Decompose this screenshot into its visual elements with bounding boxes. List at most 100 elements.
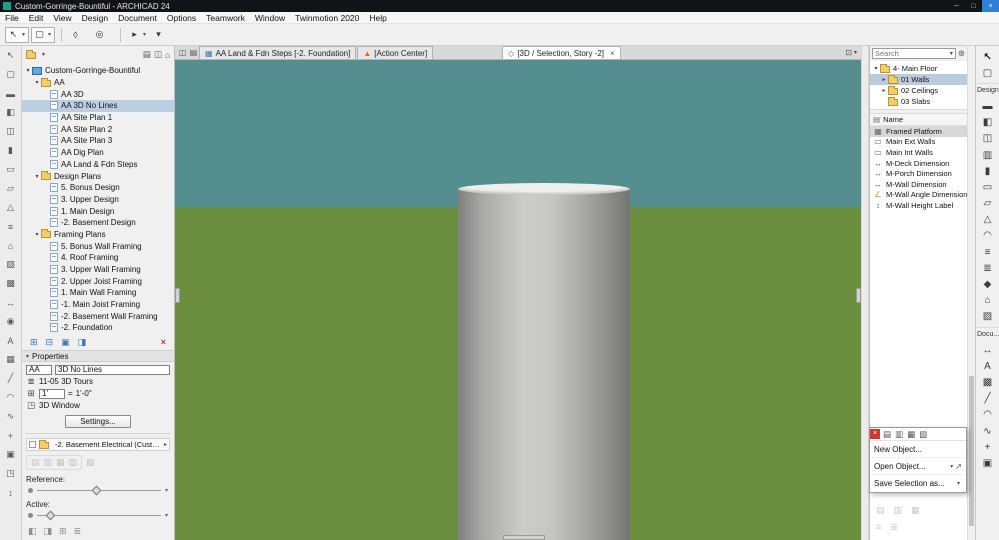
stair-tool-icon[interactable]: ≡ [978, 244, 998, 260]
bottom-tool-icon[interactable]: ◨ [44, 526, 53, 537]
tree-item[interactable]: AA 3D [22, 88, 174, 100]
fill-icon[interactable]: ▦ [3, 352, 19, 367]
scrollbar-thumb[interactable] [969, 376, 974, 526]
menu-item[interactable]: Options [162, 13, 201, 23]
menu-item[interactable]: Teamwork [201, 13, 250, 23]
morph-tool-icon[interactable]: ◆ [978, 276, 998, 292]
tree-expand-caret[interactable]: ▸ [880, 87, 888, 94]
new-library-part-icon[interactable]: ▤ [883, 429, 891, 440]
tree-item[interactable]: 5. Bonus Design [22, 182, 174, 194]
list-item[interactable]: ↔ M-Porch Dimension [870, 168, 967, 179]
toolbox-section-design[interactable]: Design [976, 83, 999, 96]
menu-item[interactable]: New Object... [870, 441, 966, 458]
tree-item[interactable]: 3. Upper Design [22, 194, 174, 206]
chevron-down-icon[interactable]: ▾ [141, 31, 148, 38]
layer-combination-value[interactable]: 11-05 3D Tours [39, 377, 93, 386]
arc-icon[interactable]: ◠ [3, 390, 19, 405]
slab-icon[interactable]: ▱ [3, 181, 19, 196]
stair-icon[interactable]: ≡ [3, 219, 19, 234]
figure-icon[interactable]: ▣ [3, 447, 19, 462]
object-icon[interactable]: ⌂ [3, 238, 19, 253]
menu-item[interactable]: Twinmotion 2020 [290, 13, 364, 23]
tree-expand-caret[interactable]: ▾ [24, 67, 32, 74]
project-map-icon[interactable]: ▤ [143, 49, 151, 60]
section-icon[interactable]: ↕ [3, 485, 19, 500]
text-tool-icon[interactable]: A [978, 358, 998, 374]
tree-item[interactable]: AA Land & Fdn Steps [22, 159, 174, 171]
roof-icon[interactable]: △ [3, 200, 19, 215]
roof-tool-icon[interactable]: △ [978, 212, 998, 228]
beam-icon[interactable]: ▭ [3, 162, 19, 177]
hotspot-tool-icon[interactable]: + [978, 439, 998, 455]
settings-button[interactable]: Settings... [65, 415, 131, 428]
cylinder-top-face[interactable] [458, 183, 630, 195]
menu-item[interactable]: File [0, 13, 24, 23]
library-manager-icon[interactable]: ▧ [919, 429, 927, 440]
bottom-tool-icon[interactable]: ◧ [28, 526, 37, 537]
chevron-right-icon[interactable]: ▸ [164, 441, 167, 448]
tree-item[interactable]: 1. Main Design [22, 205, 174, 217]
search-input[interactable] [875, 49, 950, 58]
bottom-tool-icon[interactable]: ⊞ [59, 526, 67, 537]
minimize-button[interactable]: ─ [948, 0, 965, 12]
left-scroll-nub[interactable] [175, 288, 180, 303]
menu-item[interactable]: Save Selection as... ▾ [870, 475, 966, 492]
story-tree-item[interactable]: ▸ 02 Ceilings [870, 85, 967, 96]
view-map-icon[interactable]: ◫ [154, 49, 162, 60]
list-item[interactable]: ∠ M-Wall Angle Dimension [870, 190, 967, 201]
chevron-down-icon[interactable]: ▾ [165, 512, 168, 519]
hotspot-icon[interactable]: + [3, 428, 19, 443]
clone-folder-button[interactable]: ⊟ [46, 337, 54, 348]
list-item[interactable]: ▦ Framed Platform [870, 126, 967, 137]
tree-item[interactable]: 3. Upper Wall Framing [22, 264, 174, 276]
separator-2[interactable] [120, 27, 121, 42]
tree-item[interactable]: ▾ Framing Plans [22, 229, 174, 241]
door-icon[interactable]: ◧ [3, 105, 19, 120]
tab-overview-button[interactable]: ⊡ ▾ [845, 48, 857, 59]
properties-header[interactable]: ▾ Properties [22, 350, 174, 362]
chevron-down-icon[interactable]: ▾ [42, 51, 45, 58]
slider-track[interactable] [37, 485, 161, 496]
scale-value[interactable]: 1'-0" [76, 389, 92, 398]
marquee-tool-icon[interactable]: ▢ [978, 65, 998, 81]
arc-tool-icon[interactable]: ◠ [978, 407, 998, 423]
tab-action-center[interactable]: ▲ [Action Center] [357, 46, 434, 59]
beam-tool-icon[interactable]: ▭ [978, 179, 998, 195]
spline-tool-icon[interactable]: ∿ [978, 423, 998, 439]
column-tool-icon[interactable]: ▮ [978, 163, 998, 179]
tree-expand-caret[interactable]: ▾ [33, 231, 41, 238]
pen-tool[interactable]: ◊ [68, 27, 90, 43]
tree-item[interactable]: ▾ Design Plans [22, 170, 174, 182]
slider-handle[interactable] [45, 510, 56, 521]
view-name-field[interactable]: 3D No Lines [55, 364, 170, 375]
scale-field[interactable]: 1' [39, 388, 65, 399]
gear-icon[interactable]: ⊛ [958, 48, 965, 59]
drawing-icon[interactable]: ◳ [3, 466, 19, 481]
menu-item[interactable]: Help [364, 13, 391, 23]
bottom-scroll-nub[interactable] [503, 535, 545, 540]
tree-item[interactable]: AA Site Plan 3 [22, 135, 174, 147]
tree-expand-caret[interactable]: ▾ [33, 79, 41, 86]
curtain-wall-tool-icon[interactable]: ▥ [978, 147, 998, 163]
view-settings-button[interactable]: ◨ [78, 337, 87, 348]
save-view-button[interactable]: ▣ [61, 337, 70, 348]
slider-track[interactable] [37, 510, 161, 521]
viewport-scrollbar[interactable] [861, 46, 869, 540]
tree-item[interactable]: AA Site Plan 1 [22, 112, 174, 124]
shell-tool-icon[interactable]: ◠ [978, 228, 998, 244]
tree-item[interactable]: -2. Basement Wall Framing [22, 310, 174, 322]
tree-expand-caret[interactable]: ▸ [880, 76, 888, 83]
line-tool-icon[interactable]: ╱ [978, 391, 998, 407]
menu-item[interactable]: Window [250, 13, 290, 23]
door-tool-icon[interactable]: ◧ [978, 115, 998, 131]
window-type-value[interactable]: 3D Window [39, 401, 80, 410]
menu-item[interactable]: Edit [24, 13, 49, 23]
zone-icon[interactable]: ▨ [3, 257, 19, 272]
arrow-tool-icon[interactable]: ↖ [978, 49, 998, 65]
tree-item[interactable]: ▾ Custom-Gorringe-Bountiful [22, 65, 174, 77]
tree-item[interactable]: 4. Roof Framing [22, 252, 174, 264]
delete-view-button[interactable]: × [161, 337, 166, 347]
dimension-icon[interactable]: ↔ [3, 295, 19, 310]
text-icon[interactable]: A [3, 333, 19, 348]
railing-tool-icon[interactable]: ≣ [978, 260, 998, 276]
